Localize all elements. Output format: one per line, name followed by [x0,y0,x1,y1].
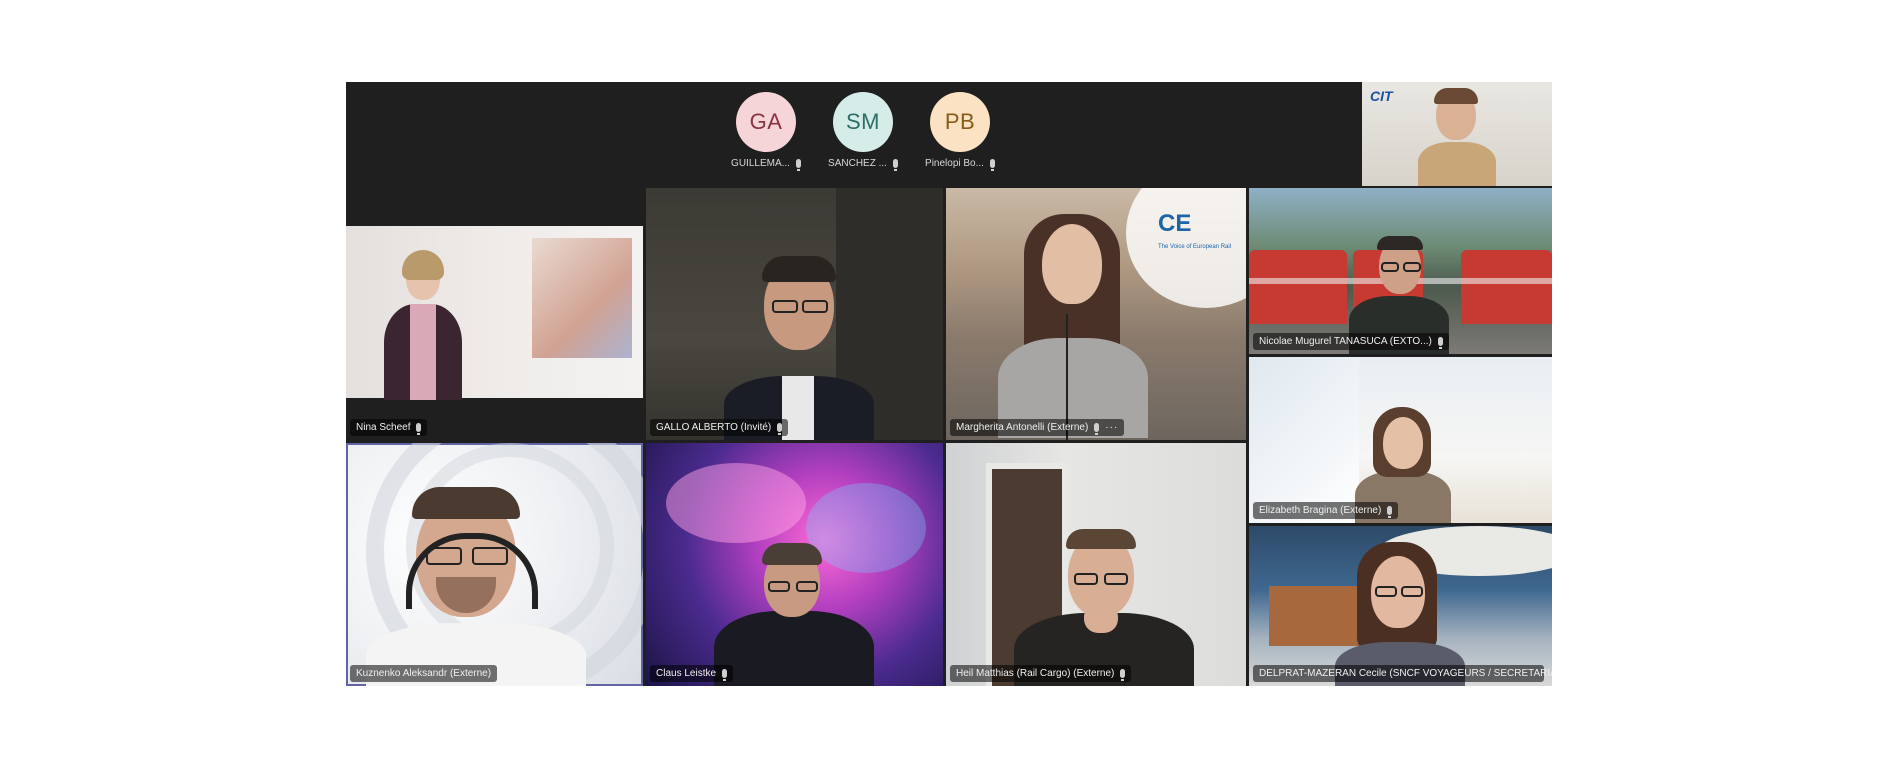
participant-label: Elizabeth Bragina (Externe) [1253,502,1399,519]
microphone-muted-icon [795,159,801,171]
participant-label: Nicolae Mugurel TANASUCA (EXTO...) [1253,333,1449,350]
avatar: GA [736,92,796,152]
participant-label: Claus Leistke [650,665,734,682]
avatar: SM [833,92,893,152]
microphone-muted-icon [1094,423,1100,435]
meeting-stage: GA GUILLEMA... SM SANCHEZ ... PB Pinelop… [346,82,1552,686]
avatar: PB [930,92,990,152]
participants-strip: GA GUILLEMA... SM SANCHEZ ... PB Pinelop… [346,82,1552,188]
microphone-muted-icon [722,669,728,681]
microphone-muted-icon [892,159,898,171]
participant-name: GUILLEMA... [731,158,790,169]
microphone-muted-icon [1437,337,1443,349]
video-tile-claus-leistke[interactable]: Claus Leistke [646,443,943,686]
video-tile-heil-matthias[interactable]: Heil Matthias (Rail Cargo) (Externe) [946,443,1246,686]
microphone-muted-icon [1120,669,1126,681]
company-logo: CIT [1370,88,1393,104]
participant-name: SANCHEZ ... [828,158,887,169]
participant-sm[interactable]: SM SANCHEZ ... [813,92,913,171]
participant-ga[interactable]: GA GUILLEMA... [716,92,816,171]
participant-label: Kuznenko Aleksandr (Externe) [350,665,498,682]
participant-name: Pinelopi Bo... [925,158,984,169]
microphone-muted-icon [989,159,995,171]
video-tile-nicolae-tanasuca[interactable]: Nicolae Mugurel TANASUCA (EXTO...) [1249,188,1552,354]
video-tile-kuznenko-aleksandr[interactable]: Kuznenko Aleksandr (Externe) [346,443,643,686]
participant-label: GALLO ALBERTO (Invité) [650,419,789,436]
microphone-muted-icon [416,423,422,435]
video-tile-elizabeth-bragina[interactable]: Elizabeth Bragina (Externe) [1249,357,1552,523]
more-options-icon[interactable]: ··· [1105,422,1118,433]
participant-label: Heil Matthias (Rail Cargo) (Externe) [950,665,1132,682]
self-view-video[interactable]: CIT [1362,82,1552,186]
participant-label: Nina Scheef [350,419,428,436]
participant-label: DELPRAT-MAZERAN Cecile (SNCF VOYAGEURS /… [1253,665,1552,682]
participant-pb[interactable]: PB Pinelopi Bo... [910,92,1010,171]
background-logo: CE [1158,210,1192,237]
video-feed [346,226,643,400]
video-tile-gallo-alberto[interactable]: GALLO ALBERTO (Invité) [646,188,943,440]
background-tagline: The Voice of European Rail [1158,244,1232,250]
video-tile-nina-scheef[interactable]: Nina Scheef [346,188,643,440]
participant-label: Margherita Antonelli (Externe) ··· [950,419,1125,436]
microphone-muted-icon [777,423,783,435]
video-tile-margherita-antonelli[interactable]: CE The Voice of European Rail Margherita… [946,188,1246,440]
video-tile-delprat-mazeran-cecile[interactable]: DELPRAT-MAZERAN Cecile (SNCF VOYAGEURS /… [1249,526,1552,686]
microphone-muted-icon [1387,506,1393,518]
